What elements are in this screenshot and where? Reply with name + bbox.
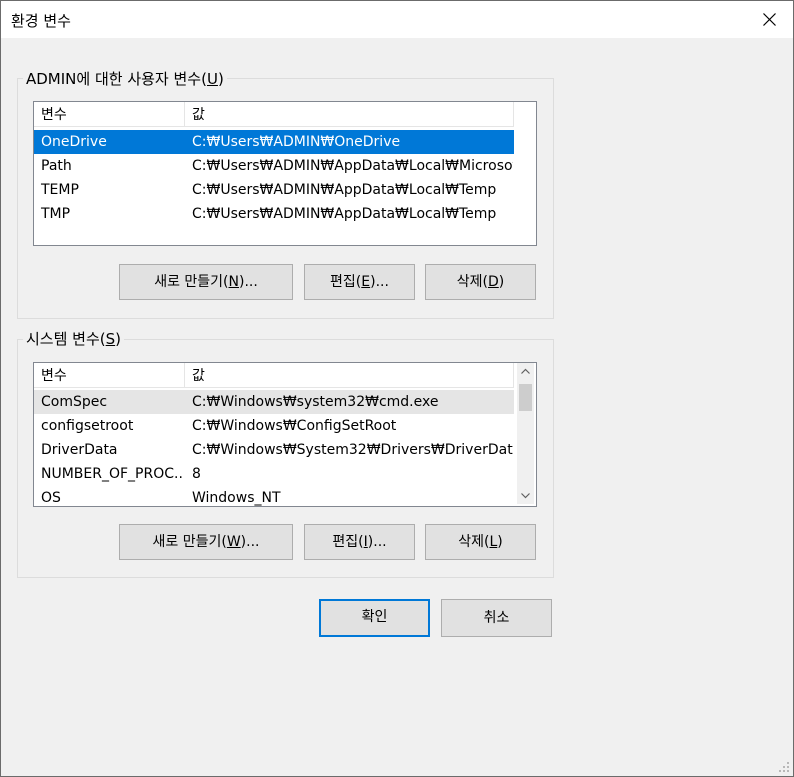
system-variables-list[interactable]: 변수 값 ComSpec C:₩Windows₩system32₩cmd.exe… xyxy=(33,362,537,507)
list-header: 변수 값 xyxy=(34,102,514,127)
user-new-button[interactable]: 새로 만들기(N)... xyxy=(119,264,293,300)
vertical-scrollbar[interactable] xyxy=(517,363,534,504)
variable-name: Path xyxy=(41,158,72,174)
column-divider[interactable] xyxy=(513,363,514,387)
variable-name: NUMBER_OF_PROC... xyxy=(41,466,184,482)
system-new-button[interactable]: 새로 만들기(W)... xyxy=(119,524,293,560)
table-row[interactable]: TMP C:₩Users₩ADMIN₩AppData₩Local₩Temp xyxy=(34,202,514,226)
variable-value: C:₩Windows₩system32₩cmd.exe xyxy=(192,394,439,410)
column-header-name[interactable]: 변수 xyxy=(34,102,184,126)
user-variables-list[interactable]: 변수 값 OneDrive C:₩Users₩ADMIN₩OneDrive Pa… xyxy=(33,101,537,246)
variable-value: 8 xyxy=(192,466,201,482)
list-header: 변수 값 xyxy=(34,363,514,388)
variable-name: TMP xyxy=(41,206,71,222)
user-edit-button[interactable]: 편집(E)... xyxy=(304,264,415,300)
variable-value: C:₩Windows₩ConfigSetRoot xyxy=(192,418,397,434)
variable-value: C:₩Users₩ADMIN₩AppData₩Local₩Temp xyxy=(192,206,497,222)
variable-value: C:₩Users₩ADMIN₩AppData₩Local₩Microsof... xyxy=(192,158,513,174)
variable-value: C:₩Users₩ADMIN₩OneDrive xyxy=(192,134,401,150)
scroll-down-button[interactable] xyxy=(517,487,534,504)
column-header-value[interactable]: 값 xyxy=(185,363,513,387)
close-button[interactable] xyxy=(747,1,793,38)
chevron-down-icon xyxy=(521,493,530,499)
variable-name: OS xyxy=(41,490,61,506)
variable-value: C:₩Windows₩System32₩Drivers₩DriverData xyxy=(192,442,513,458)
variable-name: configsetroot xyxy=(41,418,134,434)
variable-value: C:₩Users₩ADMIN₩AppData₩Local₩Temp xyxy=(192,182,497,198)
variable-value: Windows_NT xyxy=(192,490,281,506)
window-title: 환경 변수 xyxy=(11,12,71,30)
variable-name: OneDrive xyxy=(41,134,107,150)
column-header-value[interactable]: 값 xyxy=(185,102,513,126)
column-header-name[interactable]: 변수 xyxy=(34,363,184,387)
table-row[interactable]: OS Windows_NT xyxy=(34,486,514,506)
system-delete-button[interactable]: 삭제(L) xyxy=(425,524,536,560)
chevron-up-icon xyxy=(521,368,530,374)
close-icon xyxy=(763,13,776,26)
scroll-up-button[interactable] xyxy=(517,363,534,380)
table-row[interactable]: TEMP C:₩Users₩ADMIN₩AppData₩Local₩Temp xyxy=(34,178,514,202)
user-variables-label: ADMIN에 대한 사용자 변수(U) xyxy=(23,70,227,88)
system-variables-label: 시스템 변수(S) xyxy=(23,330,125,348)
ok-button[interactable]: 확인 xyxy=(319,599,430,637)
table-row[interactable]: Path C:₩Users₩ADMIN₩AppData₩Local₩Micros… xyxy=(34,154,514,178)
table-row[interactable]: configsetroot C:₩Windows₩ConfigSetRoot xyxy=(34,414,514,438)
column-divider[interactable] xyxy=(513,102,514,126)
variable-name: TEMP xyxy=(41,182,79,198)
environment-variables-dialog: 환경 변수 ADMIN에 대한 사용자 변수(U) 변수 값 OneDrive … xyxy=(0,0,794,777)
table-row[interactable]: DriverData C:₩Windows₩System32₩Drivers₩D… xyxy=(34,438,514,462)
user-delete-button[interactable]: 삭제(D) xyxy=(425,264,536,300)
table-row[interactable]: ComSpec C:₩Windows₩system32₩cmd.exe xyxy=(34,390,514,414)
scroll-thumb[interactable] xyxy=(519,384,532,411)
title-bar[interactable]: 환경 변수 xyxy=(1,1,793,38)
variable-name: ComSpec xyxy=(41,394,108,410)
table-row[interactable]: NUMBER_OF_PROC... 8 xyxy=(34,462,514,486)
system-edit-button[interactable]: 편집(I)... xyxy=(304,524,415,560)
variable-name: DriverData xyxy=(41,442,118,458)
table-row[interactable]: OneDrive C:₩Users₩ADMIN₩OneDrive xyxy=(34,130,514,154)
resize-grip-icon[interactable] xyxy=(778,761,790,773)
cancel-button[interactable]: 취소 xyxy=(441,599,552,637)
